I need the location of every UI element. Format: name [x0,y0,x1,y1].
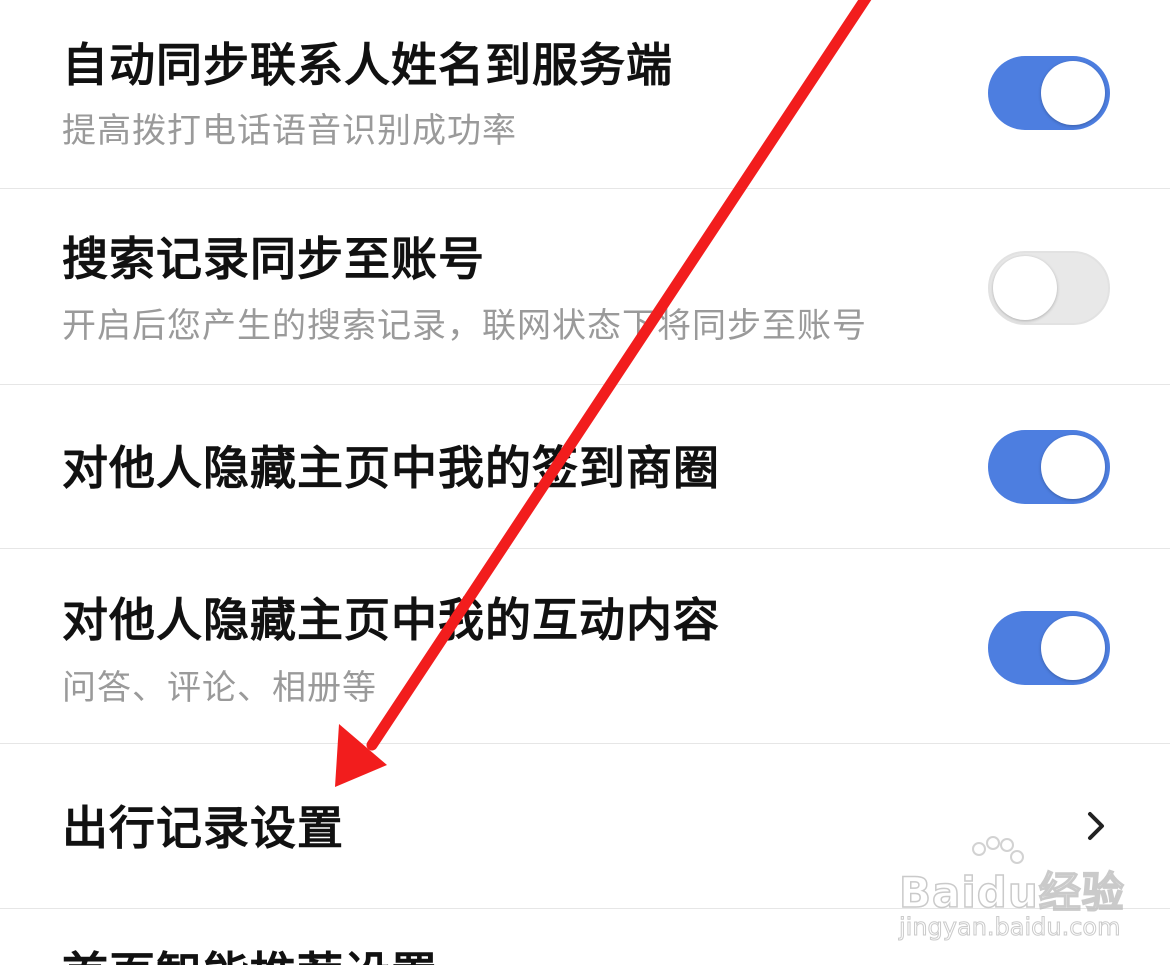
hide-checkin-toggle[interactable] [988,430,1110,504]
setting-title: 搜索记录同步至账号 [62,232,485,286]
setting-row-travel-records[interactable]: 出行记录设置 [0,744,1170,908]
hide-interactions-toggle[interactable] [988,611,1110,685]
setting-row-sync-contacts[interactable]: 自动同步联系人姓名到服务端 提高拨打电话语音识别成功率 [0,0,1170,188]
setting-row-hide-checkin[interactable]: 对他人隐藏主页中我的签到商圈 [0,385,1170,548]
setting-title: 出行记录设置 [62,801,344,855]
chevron-right-icon [1088,812,1104,840]
setting-title: 对他人隐藏主页中我的互动内容 [62,593,720,647]
search-history-sync-toggle[interactable] [988,251,1110,325]
toggle-knob [1041,61,1105,125]
toggle-knob [993,256,1057,320]
setting-row-smart-recommend[interactable]: 首页智能推荐设置 [0,909,1170,965]
sync-contacts-toggle[interactable] [988,56,1110,130]
settings-page: 自动同步联系人姓名到服务端 提高拨打电话语音识别成功率 搜索记录同步至账号 开启… [0,0,1170,965]
setting-row-search-history-sync[interactable]: 搜索记录同步至账号 开启后您产生的搜索记录，联网状态下将同步至账号 [0,189,1170,384]
setting-title: 首页智能推荐设置 [62,951,438,965]
setting-subtitle: 提高拨打电话语音识别成功率 [62,111,517,151]
setting-title: 对他人隐藏主页中我的签到商圈 [62,441,720,495]
setting-row-hide-interactions[interactable]: 对他人隐藏主页中我的互动内容 问答、评论、相册等 [0,549,1170,743]
setting-subtitle: 问答、评论、相册等 [62,668,377,708]
toggle-knob [1041,435,1105,499]
setting-subtitle: 开启后您产生的搜索记录，联网状态下将同步至账号 [62,306,867,346]
toggle-knob [1041,616,1105,680]
setting-title: 自动同步联系人姓名到服务端 [62,38,673,92]
